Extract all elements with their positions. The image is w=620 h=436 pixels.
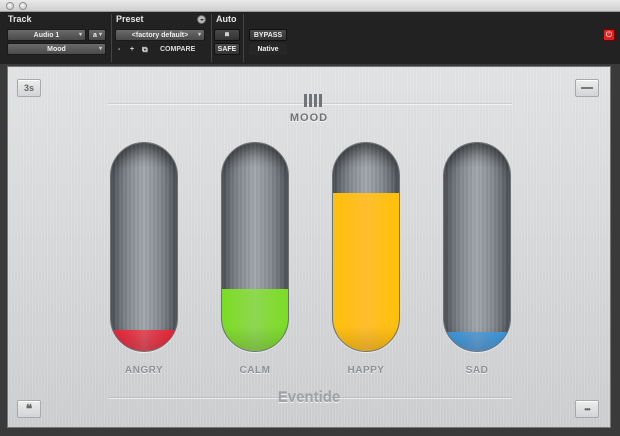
meter-label-angry: ANGRY <box>124 365 164 376</box>
native-label: Native <box>257 45 279 53</box>
preset-selector[interactable]: <factory default> ▾ <box>115 29 205 41</box>
copy-settings-icon[interactable]: ⧉ <box>142 45 148 55</box>
preset-previous-button[interactable]: - <box>118 46 120 53</box>
plugin-header: Track Preset Auto Audio 1 ▾ a ▾ Mood ▾ <… <box>0 12 620 64</box>
safe-button[interactable]: SAFE <box>214 43 240 55</box>
preset-menu-button[interactable] <box>197 15 206 24</box>
compare-button[interactable]: COMPARE <box>160 46 195 53</box>
meter-sad <box>443 142 511 352</box>
bypass-label: BYPASS <box>253 31 283 39</box>
divider <box>211 14 212 62</box>
meter-label-happy: HAPPY <box>347 365 385 376</box>
minimize-window-icon[interactable] <box>19 2 27 10</box>
automation-icon: ⧈ <box>224 31 230 38</box>
minus-icon <box>581 87 593 89</box>
automation-button[interactable]: ⧈ <box>214 29 240 41</box>
track-letter: a <box>93 31 97 39</box>
timing-button[interactable]: 3s <box>17 79 41 97</box>
bypass-button[interactable]: BYPASS <box>249 29 287 41</box>
meter-label-calm: CALM <box>239 365 271 376</box>
chevron-down-icon: ▾ <box>78 32 82 38</box>
meter-happy <box>332 142 400 352</box>
close-window-icon[interactable] <box>6 2 14 10</box>
plugin-name: Mood <box>47 45 66 53</box>
chevron-down-icon: ▾ <box>98 32 102 38</box>
plugin-title: MOOD <box>289 112 329 124</box>
divider <box>243 14 244 62</box>
plugin-selector[interactable]: Mood ▾ <box>7 43 106 55</box>
mood-bars-icon <box>304 94 322 107</box>
preset-label: Preset <box>116 14 144 24</box>
mood-plugin-panel: 3s ❝ ••• MOOD ANGRY CALM HAPPY SAD Eventide <box>7 66 611 428</box>
chevron-down-icon: ▾ <box>197 32 201 38</box>
safe-label: SAFE <box>217 45 237 53</box>
meter-angry <box>110 142 178 352</box>
preset-next-button[interactable]: + <box>130 46 134 53</box>
power-icon[interactable]: ⏻ <box>603 29 615 41</box>
meter-calm <box>221 142 289 352</box>
preset-name: <factory default> <box>131 31 189 39</box>
native-indicator: Native <box>249 43 287 55</box>
window-title-bar <box>0 0 620 12</box>
meter-label-sad: SAD <box>465 365 489 376</box>
brand-logo: Eventide <box>277 389 341 406</box>
chevron-down-icon: ▾ <box>98 46 102 52</box>
divider <box>111 14 112 62</box>
auto-label: Auto <box>216 14 237 24</box>
track-selector[interactable]: Audio 1 ▾ <box>7 29 86 41</box>
track-name: Audio 1 <box>33 31 60 39</box>
timing-label: 3s <box>23 83 34 93</box>
minimize-panel-button[interactable] <box>575 79 599 97</box>
track-channel-selector[interactable]: a ▾ <box>88 29 106 41</box>
track-label: Track <box>8 14 32 24</box>
